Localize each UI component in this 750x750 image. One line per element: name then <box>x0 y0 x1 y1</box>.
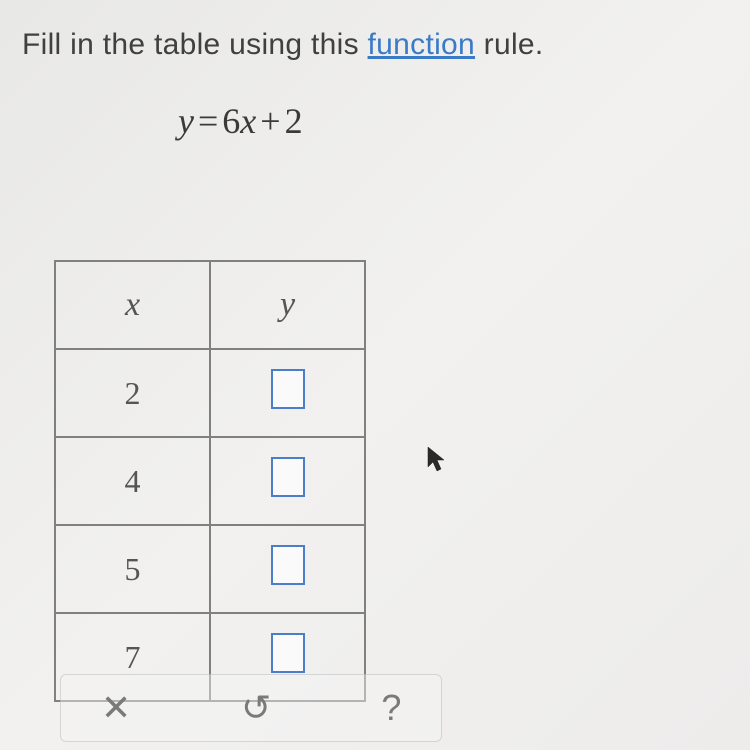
eq-var: x <box>240 101 256 141</box>
eq-const: 2 <box>285 101 303 141</box>
mouse-cursor-icon <box>425 445 449 475</box>
cell-y-2 <box>210 525 365 613</box>
undo-button[interactable]: ↺ <box>241 687 271 729</box>
cell-x-0: 2 <box>55 349 210 437</box>
help-button[interactable]: ? <box>381 687 401 729</box>
eq-lhs: y <box>178 101 194 141</box>
header-y: y <box>210 261 365 349</box>
y-input-1[interactable] <box>271 457 305 497</box>
table-row: 2 <box>55 349 365 437</box>
function-table: x y 2 4 5 7 <box>54 260 366 702</box>
table-row: 4 <box>55 437 365 525</box>
cell-x-2: 5 <box>55 525 210 613</box>
eq-equals: = <box>194 101 222 141</box>
toolbar: ✕ ↺ ? <box>60 674 442 742</box>
y-input-2[interactable] <box>271 545 305 585</box>
cell-y-1 <box>210 437 365 525</box>
function-link[interactable]: function <box>368 28 475 61</box>
eq-op: + <box>256 101 284 141</box>
instruction-prefix: Fill in the table using this <box>22 28 368 61</box>
header-x: x <box>55 261 210 349</box>
y-input-0[interactable] <box>271 369 305 409</box>
y-input-3[interactable] <box>271 633 305 673</box>
clear-button[interactable]: ✕ <box>101 687 131 729</box>
table-row: 5 <box>55 525 365 613</box>
instruction-text: Fill in the table using this function ru… <box>22 28 544 62</box>
cell-x-1: 4 <box>55 437 210 525</box>
table-header-row: x y <box>55 261 365 349</box>
equation: y=6x+2 <box>178 100 303 142</box>
instruction-suffix: rule. <box>475 28 544 61</box>
eq-coef: 6 <box>222 101 240 141</box>
cell-y-0 <box>210 349 365 437</box>
